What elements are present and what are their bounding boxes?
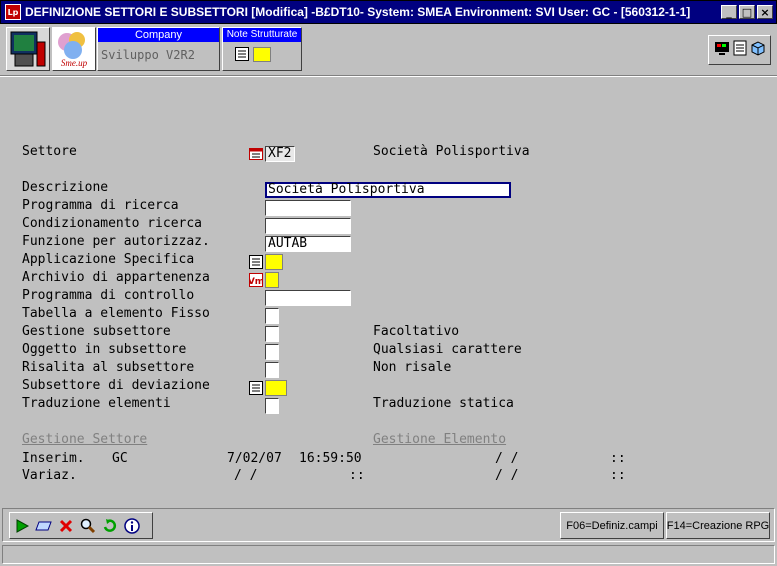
action-button-group	[9, 512, 153, 539]
oggetto-subsettore-label: Oggetto in subsettore	[22, 342, 187, 357]
document-icon[interactable]	[733, 40, 747, 60]
list-icon[interactable]	[249, 381, 263, 395]
toolbar-right-group	[708, 35, 771, 65]
oggetto-subsettore-field[interactable]	[265, 344, 279, 360]
variazione-elemento-time: ::	[610, 468, 626, 483]
risalita-subsettore-note: Non risale	[373, 360, 452, 375]
condizionamento-ricerca-label: Condizionamento ricerca	[22, 216, 203, 231]
settore-description: Società Polisportiva	[373, 144, 530, 159]
status-bar	[2, 545, 775, 564]
list-icon[interactable]	[249, 255, 263, 269]
notes-indicator[interactable]	[253, 47, 271, 62]
smeup-logo-text: Sme.up	[61, 58, 88, 68]
smeup-logo[interactable]: Sme.up	[52, 27, 96, 71]
inserimento-user: GC	[112, 451, 128, 466]
confirm-icon[interactable]	[12, 515, 32, 537]
maximize-button[interactable]: □	[739, 5, 755, 19]
programma-controllo-field[interactable]	[265, 290, 351, 306]
company-value: Sviluppo V2R2	[101, 48, 195, 62]
programma-ricerca-field[interactable]	[265, 200, 351, 216]
close-button[interactable]: ×	[757, 5, 773, 19]
search-icon[interactable]	[78, 515, 98, 537]
inserimento-elemento-date: / /	[495, 451, 519, 466]
window-icon[interactable]	[249, 147, 263, 161]
title-bar: Lp DEFINIZIONE SETTORI E SUBSETTORI [Mod…	[0, 0, 777, 24]
gestione-settore-header: Gestione Settore	[22, 432, 148, 447]
info-icon[interactable]	[122, 515, 142, 537]
risalita-subsettore-field[interactable]	[265, 362, 279, 378]
subsettore-deviazione-label: Subsettore di deviazione	[22, 378, 210, 393]
archivio-appartenenza-field[interactable]	[265, 272, 279, 288]
cube-icon[interactable]	[750, 40, 766, 60]
settore-code-field[interactable]: XF2	[265, 146, 295, 162]
toolbar-separator	[0, 75, 777, 77]
tabella-elemento-fisso-field[interactable]	[265, 308, 279, 324]
archivio-appartenenza-label: Archivio di appartenenza	[22, 270, 210, 285]
inserimento-date: 7/02/07	[227, 451, 282, 466]
minimize-button[interactable]: _	[721, 5, 737, 19]
funzione-autorizzazione-label: Funzione per autorizzaz.	[22, 234, 210, 249]
inserimento-time: 16:59:50	[299, 451, 362, 466]
refresh-icon[interactable]	[100, 515, 120, 537]
gestione-subsettore-label: Gestione subsettore	[22, 324, 171, 339]
monitor-icon[interactable]	[714, 40, 730, 60]
variazione-label: Variaz.	[22, 468, 77, 483]
bottom-bar: F06=Definiz.campi F14=Creazione RPG	[2, 508, 775, 542]
variazione-time: ::	[349, 468, 365, 483]
subsettore-deviazione-field[interactable]	[265, 380, 287, 396]
vm-icon[interactable]: Vm	[248, 273, 264, 287]
computer-icon[interactable]	[6, 27, 50, 71]
toolbar: Sme.up Company Sviluppo V2R2 Note Strutt…	[0, 25, 777, 73]
gestione-subsettore-note: Facoltativo	[373, 324, 460, 339]
f06-definiz-campi-button[interactable]: F06=Definiz.campi	[560, 512, 664, 539]
traduzione-elementi-field[interactable]	[265, 398, 279, 414]
svg-text:Vm: Vm	[249, 277, 263, 287]
descrizione-label: Descrizione	[22, 180, 109, 195]
applicazione-specifica-field[interactable]	[265, 254, 283, 270]
notes-header: Note Strutturate	[223, 28, 301, 42]
window-title: DEFINIZIONE SETTORI E SUBSETTORI [Modifi…	[25, 5, 691, 19]
funzione-autorizzazione-field[interactable]: AUTAB	[265, 236, 351, 252]
tabella-elemento-fisso-label: Tabella a elemento Fisso	[22, 306, 210, 321]
settore-label: Settore	[22, 144, 77, 159]
gestione-subsettore-field[interactable]	[265, 326, 279, 342]
condizionamento-ricerca-field[interactable]	[265, 218, 351, 234]
notes-list-icon[interactable]	[235, 47, 249, 65]
traduzione-elementi-note: Traduzione statica	[373, 396, 514, 411]
traduzione-elementi-label: Traduzione elementi	[22, 396, 171, 411]
clear-icon[interactable]	[34, 515, 54, 537]
gestione-elemento-header: Gestione Elemento	[373, 432, 507, 447]
cancel-icon[interactable]	[56, 515, 76, 537]
inserimento-label: Inserim.	[22, 451, 85, 466]
company-header: Company	[98, 28, 219, 42]
programma-ricerca-label: Programma di ricerca	[22, 198, 179, 213]
variazione-date: / /	[234, 468, 258, 483]
oggetto-subsettore-note: Qualsiasi carattere	[373, 342, 522, 357]
programma-controllo-label: Programma di controllo	[22, 288, 195, 303]
app-icon: Lp	[5, 4, 21, 20]
company-panel: Company Sviluppo V2R2	[97, 27, 220, 71]
risalita-subsettore-label: Risalita al subsettore	[22, 360, 195, 375]
applicazione-specifica-label: Applicazione Specifica	[22, 252, 195, 267]
f14-creazione-rpg-button[interactable]: F14=Creazione RPG	[666, 512, 770, 539]
descrizione-field[interactable]: Società Polisportiva	[265, 182, 511, 198]
notes-panel: Note Strutturate	[222, 27, 302, 71]
variazione-elemento-date: / /	[495, 468, 519, 483]
inserimento-elemento-time: ::	[610, 451, 626, 466]
